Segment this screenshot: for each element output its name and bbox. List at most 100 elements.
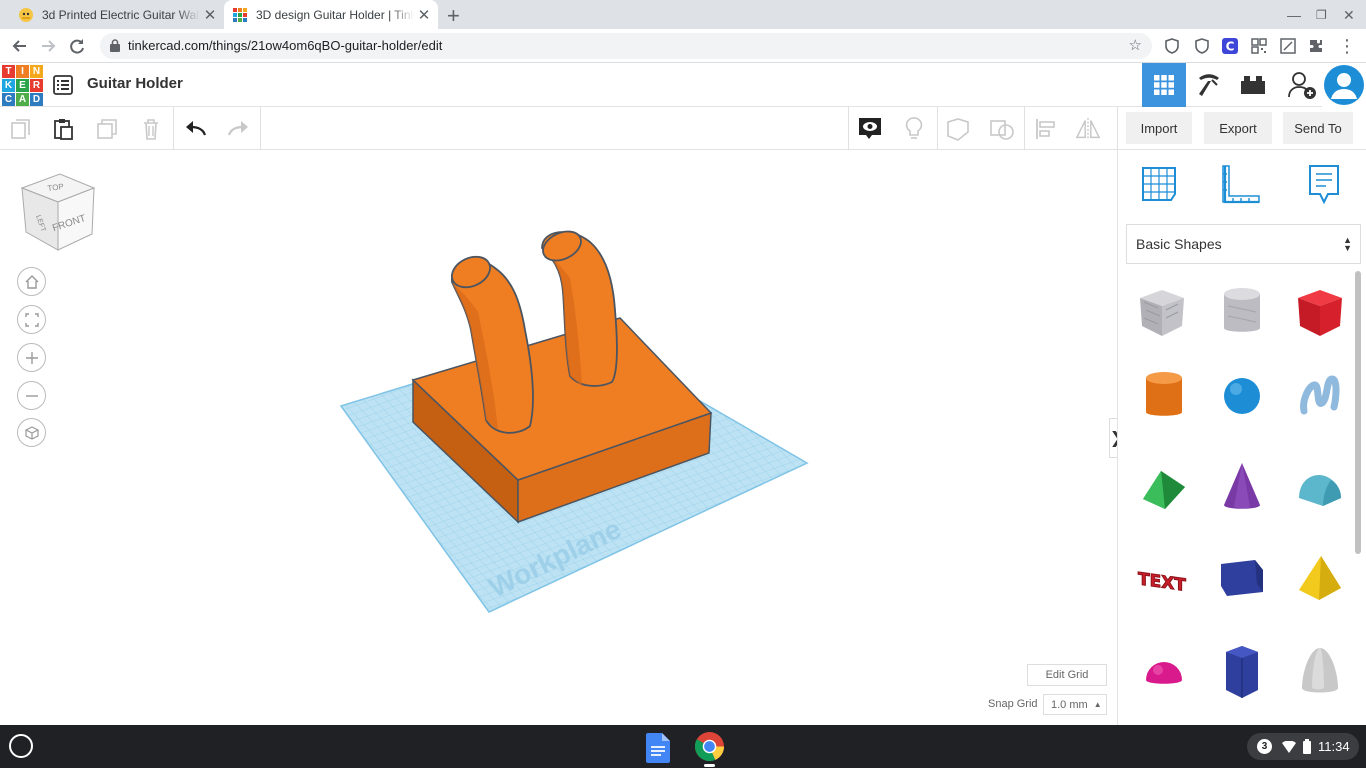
c-extension-icon[interactable]: C [1222,38,1238,54]
tab-tinkercad-active[interactable]: 3D design Guitar Holder | Tinkercad ✕ [224,0,438,29]
qr-code-icon[interactable] [1251,38,1267,54]
delete-button[interactable] [138,116,164,142]
shape-box-hole[interactable] [1134,282,1190,342]
shape-wedge[interactable] [1214,548,1270,608]
edit-grid-button[interactable]: Edit Grid [1027,664,1107,686]
shield-extension-icon[interactable] [1164,38,1180,54]
shape-cylinder-hole[interactable] [1214,282,1270,342]
launcher-button[interactable] [9,734,33,758]
undo-button[interactable] [183,116,209,142]
shield-extension-icon[interactable] [1194,38,1210,54]
logo-letter: T [2,65,15,78]
close-window-icon[interactable]: ✕ [1343,7,1355,24]
address-bar[interactable]: tinkercad.com/things/21ow4om6qBO-guitar-… [100,33,1152,59]
logo-letter: C [2,93,15,106]
shape-category-select[interactable]: Basic Shapes ▲ ▼ [1126,224,1361,264]
shape-paraboloid[interactable] [1292,642,1348,702]
ruler-tool-icon[interactable] [1219,162,1263,206]
toolbar-divider [1024,107,1025,150]
logo-letter: R [30,79,43,92]
puzzle-extensions-icon[interactable] [1308,38,1324,54]
round-roof-icon [1299,474,1341,506]
google-docs-icon[interactable] [646,733,670,763]
export-button[interactable]: Export [1204,112,1272,144]
3d-design-view-button[interactable] [1142,63,1186,107]
wedge-icon [1221,560,1263,596]
browser-toolbar: tinkercad.com/things/21ow4om6qBO-guitar-… [0,29,1366,63]
shape-pyramid[interactable] [1292,548,1348,608]
shapes-scrollbar[interactable] [1355,271,1361,554]
copy-button[interactable] [8,116,34,142]
duplicate-button[interactable] [95,116,121,142]
user-avatar[interactable] [1322,63,1366,107]
chrome-menu-icon[interactable]: ⋮ [1336,35,1358,57]
design-list-icon[interactable] [53,75,73,95]
avatar-icon [1322,63,1366,107]
tab-close-icon[interactable]: ✕ [414,6,434,24]
3d-workspace[interactable]: Workplane TOP LEFT FRONT Edit Grid Snap … [0,150,1123,725]
tinkercad-logo[interactable]: T I N K E R C A D [2,65,43,106]
zoom-in-button[interactable] [17,343,46,372]
invite-user-button[interactable] [1280,63,1324,107]
snap-grid-select[interactable]: 1.0 mm ▲ [1043,694,1107,715]
shape-cone[interactable] [1214,458,1270,518]
chrome-icon[interactable] [694,731,725,762]
minimize-icon[interactable]: — [1287,7,1301,23]
scribble-icon [1300,375,1340,415]
perspective-button[interactable] [17,418,46,447]
fit-view-button[interactable] [17,305,46,334]
ungroup-button[interactable] [989,116,1015,142]
shape-round-roof[interactable] [1292,458,1348,518]
zoom-out-button[interactable] [17,381,46,410]
toolbar-divider [848,107,849,150]
shape-half-sphere[interactable] [1136,644,1192,704]
notes-tool-icon[interactable] [1302,162,1346,206]
shape-sphere[interactable] [1214,366,1270,426]
cylinder-hole-icon [1224,288,1260,332]
minecraft-view-button[interactable] [1187,63,1231,107]
reload-icon[interactable] [66,35,88,57]
shape-box[interactable] [1292,282,1348,342]
minus-icon [25,394,38,397]
shape-cylinder[interactable] [1136,366,1192,426]
import-button[interactable]: Import [1126,112,1192,144]
screenshot-extension-icon[interactable] [1280,38,1296,54]
tab-guitar-wall-mount[interactable]: 3d Printed Electric Guitar Wall Mount ✕ [8,0,224,29]
show-all-button[interactable] [857,116,883,142]
ungroup-icon [990,120,1014,140]
logo-letter: N [30,65,43,78]
design-title[interactable]: Guitar Holder [87,75,183,92]
align-button[interactable] [1033,116,1059,142]
back-icon[interactable] [9,35,31,57]
forward-icon[interactable] [37,35,59,57]
3d-scene[interactable]: Workplane [0,150,1117,725]
tab-close-icon[interactable]: ✕ [200,6,220,24]
battery-icon [1303,739,1311,754]
view-cube[interactable]: TOP LEFT FRONT [18,170,98,254]
cube-perspective-icon [24,425,39,440]
shape-polygon[interactable] [1214,642,1270,702]
browser-tab-strip: 3d Printed Electric Guitar Wall Mount ✕ … [0,0,1366,29]
maximize-icon[interactable]: ❐ [1316,8,1327,22]
send-to-button[interactable]: Send To [1283,112,1353,144]
new-tab-button[interactable]: + [447,3,460,29]
box-icon [1298,290,1342,336]
workplane-tool-icon[interactable] [1137,162,1181,206]
system-tray[interactable]: 3 11:34 [1247,733,1359,760]
bookmark-star-icon[interactable]: ☆ [1129,36,1142,54]
paste-button[interactable] [50,116,76,142]
toolbar-divider [1117,107,1118,150]
redo-button[interactable] [225,116,251,142]
caret-up-icon: ▲ [1093,700,1102,709]
bricks-view-button[interactable] [1231,63,1275,107]
group-button[interactable] [945,116,971,142]
cylinder-icon [1146,372,1182,416]
mirror-button[interactable] [1075,116,1101,142]
shape-roof[interactable] [1136,458,1192,518]
home-view-button[interactable] [17,267,46,296]
svg-text:C: C [1226,40,1235,54]
shapes-panel: Basic Shapes ▲ ▼ TEXT [1117,150,1366,725]
notes-button[interactable] [901,116,927,142]
shape-text[interactable]: TEXT [1134,548,1190,608]
shape-scribble[interactable] [1292,366,1348,426]
